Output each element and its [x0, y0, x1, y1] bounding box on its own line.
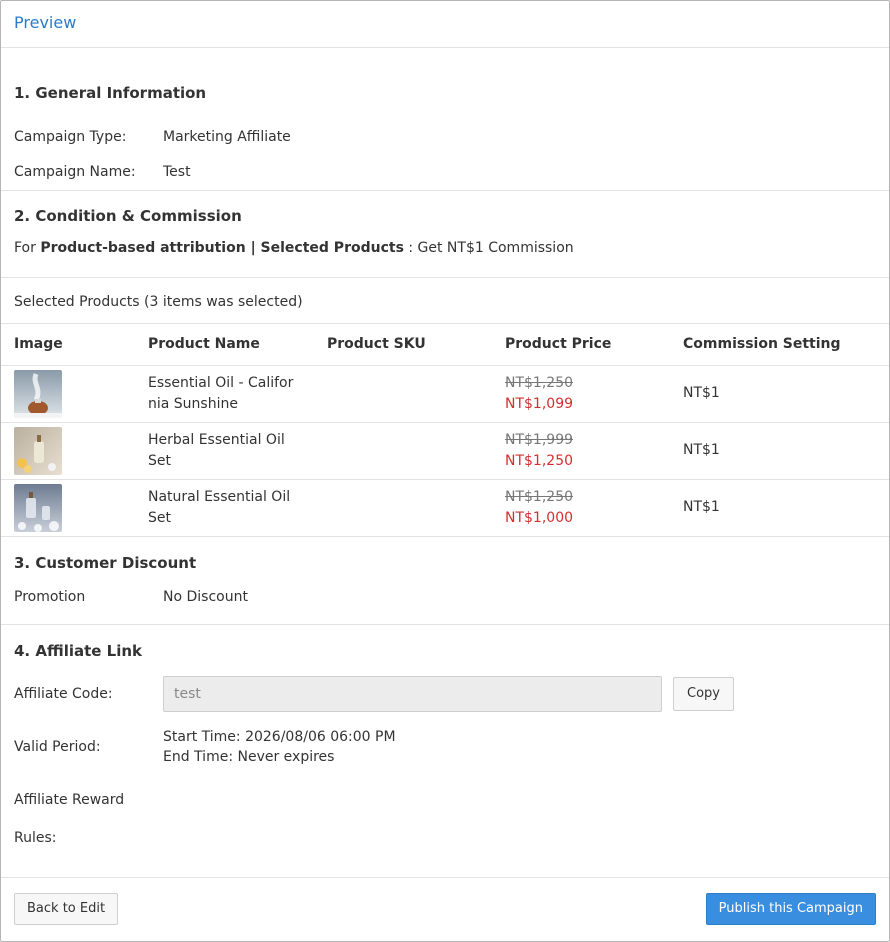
product-thumbnail [14, 426, 62, 475]
publish-campaign-button[interactable]: Publish this Campaign [705, 892, 876, 925]
selected-products-summary: Selected Products (3 items was selected) [1, 278, 889, 324]
col-product-price: Product Price [492, 324, 670, 366]
commission-summary: For Product-based attribution | Selected… [14, 240, 876, 256]
campaign-type-value: Marketing Affiliate [163, 128, 291, 145]
general-information-section: 1. General Information Campaign Type: Ma… [1, 48, 889, 191]
back-to-edit-button[interactable]: Back to Edit [14, 892, 119, 925]
campaign-type-row: Campaign Type: Marketing Affiliate [14, 119, 876, 154]
commission-suffix: : Get NT$1 Commission [403, 240, 574, 256]
valid-period-value: Start Time: 2026/08/06 06:00 PM End Time… [163, 727, 396, 767]
product-thumbnail [14, 483, 62, 532]
sale-price: NT$1,099 [505, 395, 574, 412]
campaign-type-label: Campaign Type: [14, 128, 127, 145]
campaign-name-row: Campaign Name: Test [14, 154, 876, 189]
original-price: NT$1,250 [505, 488, 574, 505]
commission-cell: NT$1 [670, 365, 889, 423]
affiliate-code-row: Affiliate Code: Copy [14, 675, 876, 712]
start-time: Start Time: 2026/08/06 06:00 PM [163, 728, 396, 745]
rules-row: Rules: [14, 830, 876, 846]
product-sku-cell [314, 422, 492, 480]
preview-panel: Preview 1. General Information Campaign … [0, 0, 890, 942]
product-name-cell: Herbal Essential Oil Set [135, 422, 314, 480]
commission-cell: NT$1 [670, 422, 889, 480]
product-name: Natural Essential Oil Set [148, 488, 291, 526]
image-cell [1, 365, 135, 423]
panel-title: Preview [14, 13, 77, 32]
product-name: Essential Oil - California Sunshine [148, 374, 294, 412]
product-name-cell: Natural Essential Oil Set [135, 479, 314, 537]
sale-price: NT$1,000 [505, 509, 574, 526]
original-price: NT$1,999 [505, 431, 574, 448]
col-commission-setting: Commission Setting [670, 324, 889, 366]
product-name: Herbal Essential Oil Set [148, 431, 285, 469]
col-image: Image [1, 324, 135, 366]
products-table: Image Product Name Product SKU Product P… [1, 324, 889, 537]
affiliate-link-section: 4. Affiliate Link Affiliate Code: Copy V… [1, 625, 889, 878]
campaign-name-label: Campaign Name: [14, 163, 136, 180]
rules-label: Rules: [14, 829, 57, 846]
commission-prefix: For [14, 240, 41, 256]
image-cell [1, 422, 135, 480]
promotion-label: Promotion [14, 588, 86, 605]
sale-price: NT$1,250 [505, 452, 574, 469]
product-sku-cell [314, 479, 492, 537]
product-price-cell: NT$1,250 NT$1,000 [492, 479, 670, 537]
original-price: NT$1,250 [505, 374, 574, 391]
end-time: End Time: Never expires [163, 748, 335, 765]
valid-period-label: Valid Period: [14, 738, 101, 755]
promotion-row: Promotion No Discount [14, 589, 876, 605]
affiliate-code-label: Affiliate Code: [14, 685, 113, 702]
col-product-name: Product Name [135, 324, 314, 366]
section-title: 3. Customer Discount [14, 553, 197, 572]
section-title: 2. Condition & Commission [14, 207, 242, 225]
condition-commission-section: 2. Condition & Commission For Product-ba… [1, 191, 889, 278]
valid-period-row: Valid Period: Start Time: 2026/08/06 06:… [14, 727, 876, 767]
table-header-row: Image Product Name Product SKU Product P… [1, 324, 889, 366]
product-thumbnail [14, 369, 62, 418]
customer-discount-section: 3. Customer Discount Promotion No Discou… [1, 537, 889, 625]
table-row: Essential Oil - California Sunshine NT$1… [1, 365, 889, 423]
table-row: Herbal Essential Oil Set NT$1,999 NT$1,2… [1, 422, 889, 480]
panel-footer: Back to Edit Publish this Campaign [1, 878, 889, 942]
product-price-cell: NT$1,250 NT$1,099 [492, 365, 670, 423]
affiliate-reward-label: Affiliate Reward [14, 791, 125, 808]
product-sku-cell [314, 365, 492, 423]
affiliate-reward-row: Affiliate Reward [14, 792, 876, 808]
promotion-value: No Discount [163, 588, 248, 605]
panel-header: Preview [1, 1, 889, 48]
section-title: 1. General Information [14, 84, 207, 102]
image-cell [1, 479, 135, 537]
product-name-cell: Essential Oil - California Sunshine [135, 365, 314, 423]
selected-count-text: Selected Products (3 items was selected) [14, 294, 303, 310]
table-row: Natural Essential Oil Set NT$1,250 NT$1,… [1, 479, 889, 537]
section-title: 4. Affiliate Link [14, 641, 143, 660]
attribution-type: Product-based attribution | Selected Pro… [40, 240, 404, 256]
commission-cell: NT$1 [670, 479, 889, 537]
product-price-cell: NT$1,999 NT$1,250 [492, 422, 670, 480]
affiliate-code-field[interactable] [163, 675, 662, 712]
col-product-sku: Product SKU [314, 324, 492, 366]
copy-button[interactable]: Copy [673, 676, 734, 711]
campaign-name-value: Test [163, 163, 191, 180]
